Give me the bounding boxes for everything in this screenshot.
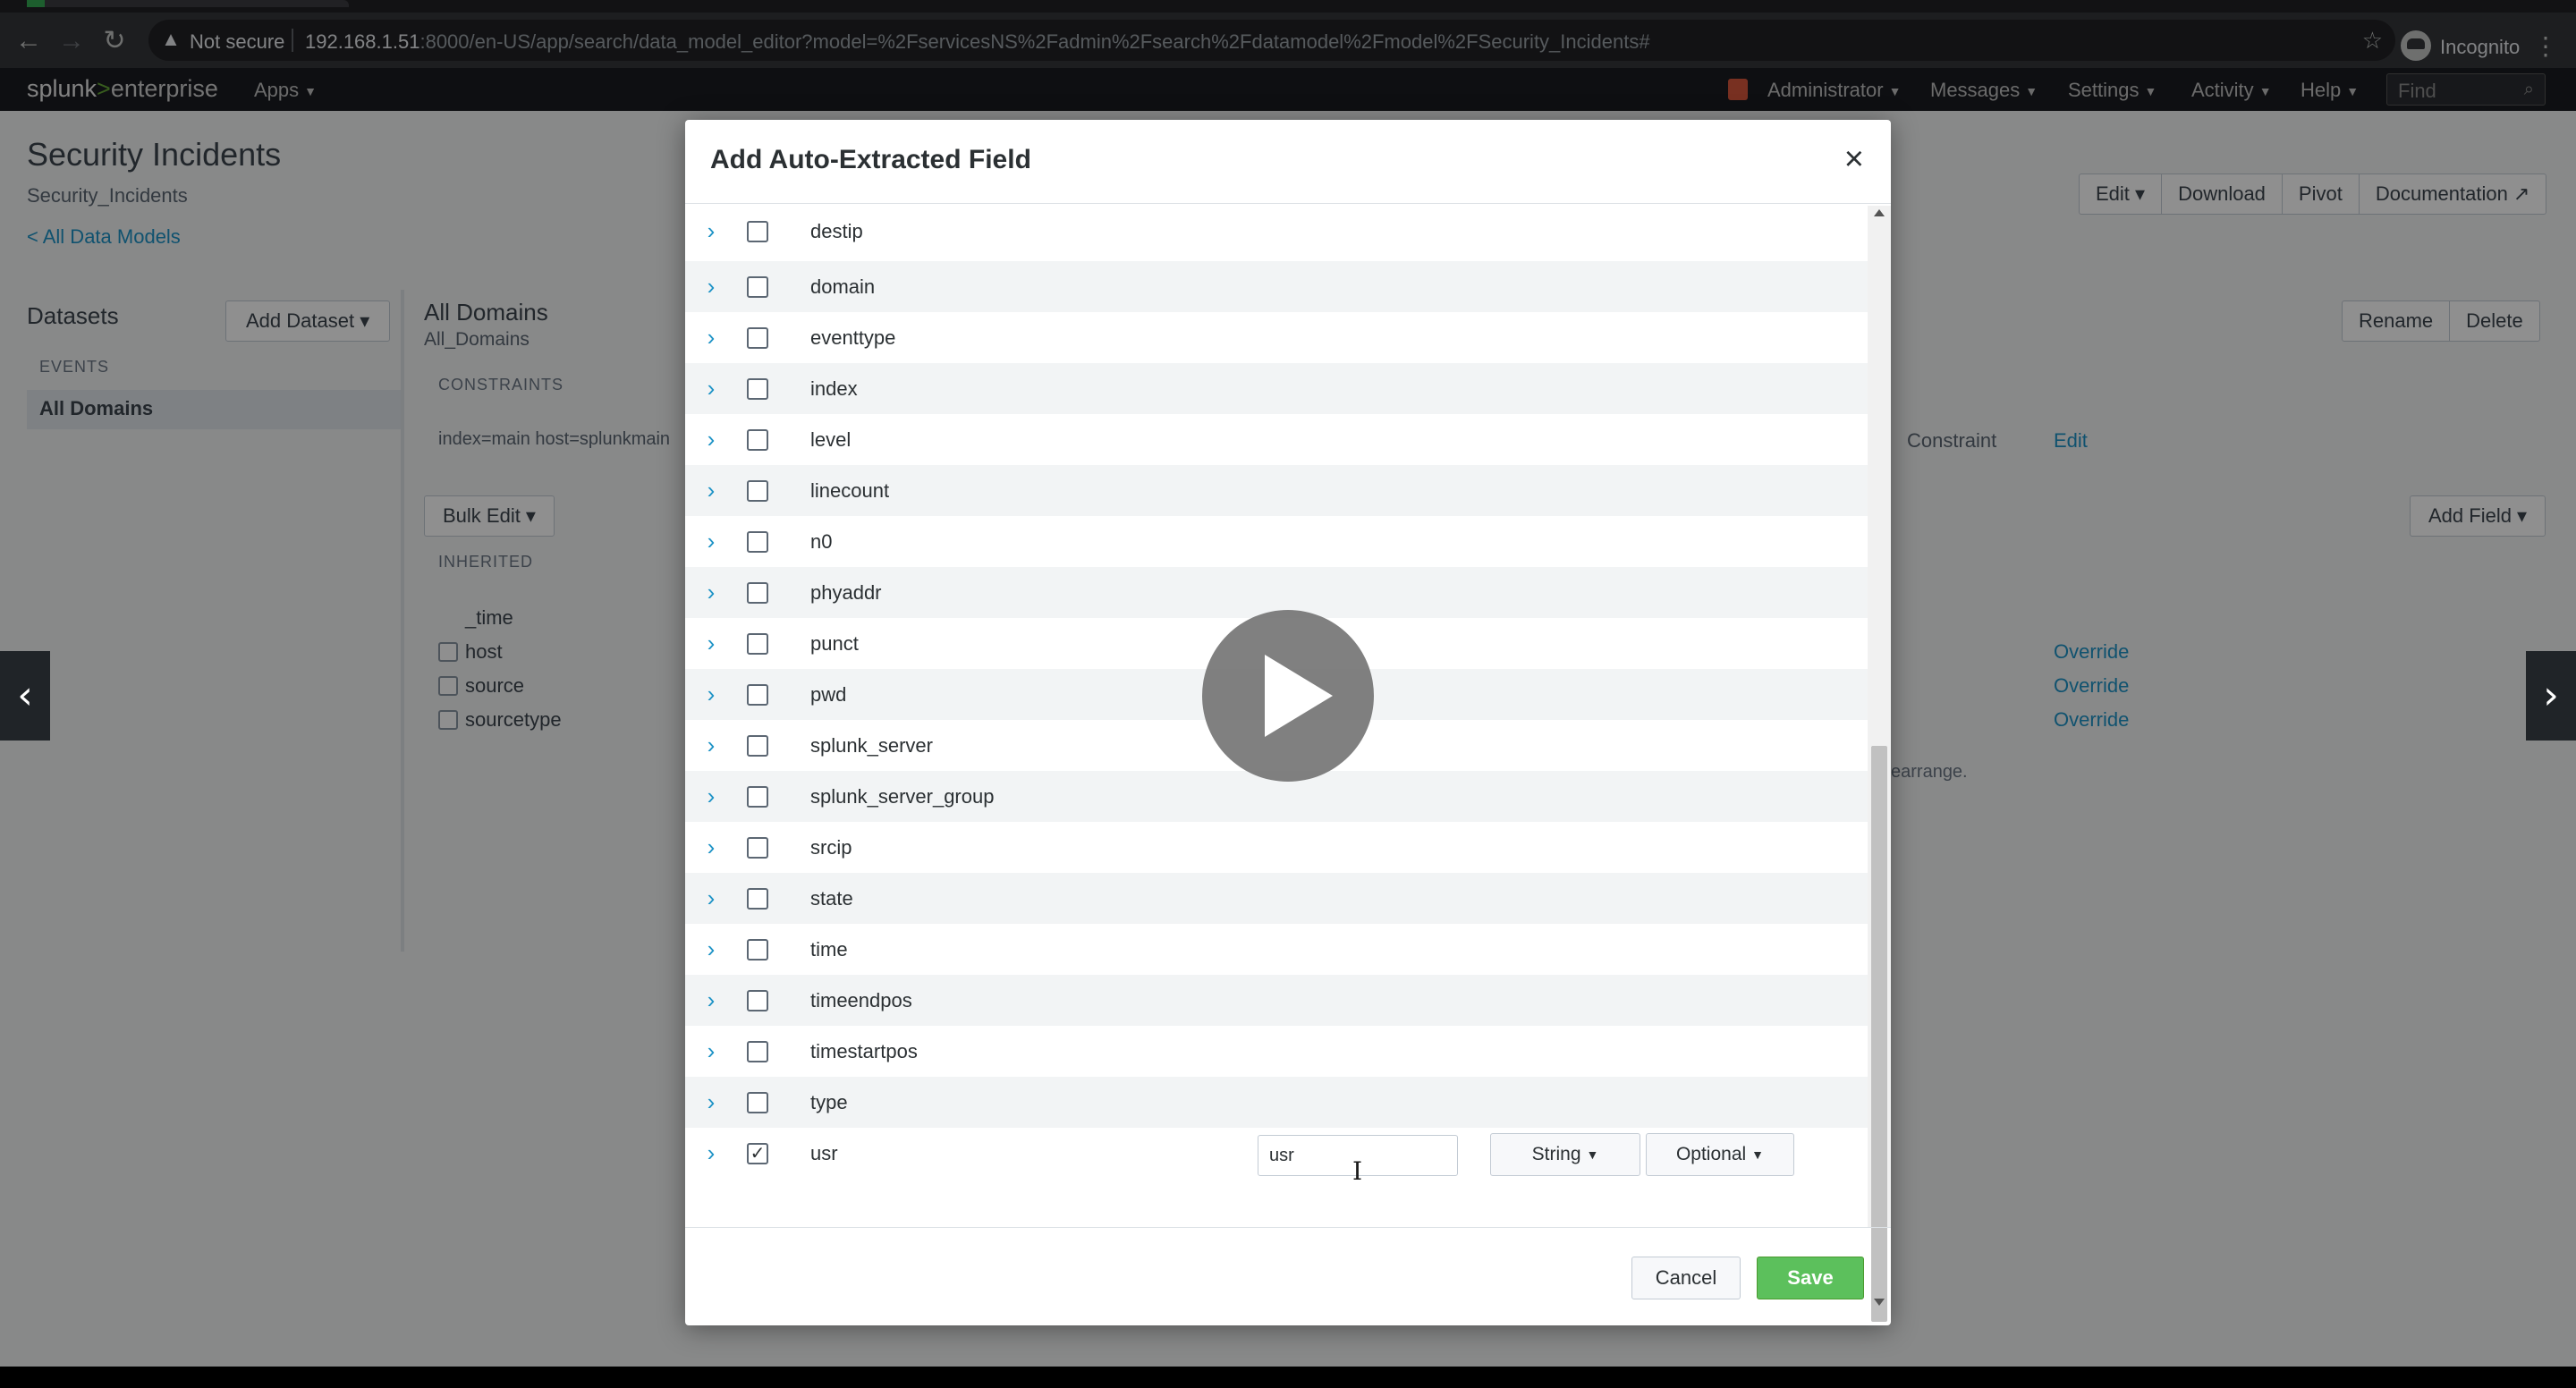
field-checkbox[interactable] bbox=[747, 327, 768, 349]
field-row-index: › index bbox=[685, 363, 1868, 414]
play-button[interactable] bbox=[1202, 610, 1374, 782]
field-row-n0: › n0 bbox=[685, 516, 1868, 567]
field-checkbox[interactable] bbox=[747, 531, 768, 553]
field-checkbox[interactable] bbox=[747, 429, 768, 451]
field-checkbox[interactable] bbox=[747, 939, 768, 961]
field-checkbox[interactable] bbox=[747, 276, 768, 298]
field-row-usr: › ✓ usr String▼ Optional▼ I bbox=[685, 1128, 1868, 1186]
chevron-right-icon[interactable]: › bbox=[698, 1086, 724, 1118]
scroll-up-arrow-icon[interactable] bbox=[1874, 209, 1885, 216]
flag-dropdown[interactable]: Optional ▼ bbox=[1646, 1133, 1794, 1176]
chevron-right-icon[interactable]: › bbox=[698, 474, 724, 506]
field-name: eventtype bbox=[810, 326, 896, 349]
chevron-right-icon[interactable]: › bbox=[698, 525, 724, 557]
dialog-footer: Cancel Save bbox=[685, 1227, 1891, 1325]
field-name: destip bbox=[810, 220, 863, 242]
field-checkbox[interactable] bbox=[747, 480, 768, 502]
field-name: splunk_server bbox=[810, 734, 933, 757]
play-icon bbox=[1265, 655, 1333, 737]
field-checkbox[interactable] bbox=[747, 633, 768, 655]
caret-down-icon: ▼ bbox=[1586, 1147, 1599, 1163]
chevron-right-icon[interactable]: › bbox=[698, 321, 724, 353]
field-name: index bbox=[810, 377, 858, 400]
watermark-logo-icon bbox=[2462, 1367, 2560, 1388]
type-dropdown-value: String bbox=[1531, 1144, 1581, 1164]
field-name: linecount bbox=[810, 479, 890, 502]
field-list-scrollbar[interactable] bbox=[1868, 206, 1891, 1322]
field-row-eventtype: › eventtype bbox=[685, 312, 1868, 363]
field-checkbox[interactable] bbox=[747, 837, 768, 859]
field-checkbox[interactable] bbox=[747, 990, 768, 1011]
field-row-linecount: › linecount bbox=[685, 465, 1868, 516]
previous-slide-button[interactable]: ‹ bbox=[0, 651, 50, 741]
field-row-type: › type bbox=[685, 1077, 1868, 1128]
caret-down-icon: ▼ bbox=[1751, 1147, 1765, 1163]
field-checkbox[interactable] bbox=[747, 221, 768, 242]
field-name: srcip bbox=[810, 836, 852, 859]
field-checkbox[interactable] bbox=[747, 888, 768, 910]
field-row-srcip: › srcip bbox=[685, 822, 1868, 873]
chevron-right-icon[interactable]: › bbox=[698, 780, 724, 812]
field-row-destip: › destip bbox=[685, 206, 1868, 257]
next-slide-button[interactable]: › bbox=[2526, 651, 2576, 741]
field-row-timestartpos: › timestartpos bbox=[685, 1026, 1868, 1077]
chevron-right-icon[interactable]: › bbox=[698, 423, 724, 455]
chevron-right-icon[interactable]: › bbox=[698, 882, 724, 914]
field-name: usr bbox=[810, 1142, 838, 1164]
field-name: pwd bbox=[810, 683, 847, 706]
field-row-time: › time bbox=[685, 924, 1868, 975]
field-name: punct bbox=[810, 632, 859, 655]
chevron-right-icon[interactable]: › bbox=[698, 933, 724, 965]
field-checkbox[interactable] bbox=[747, 786, 768, 808]
chevron-right-icon[interactable]: › bbox=[698, 831, 724, 863]
field-name: state bbox=[810, 887, 853, 910]
field-name: time bbox=[810, 938, 848, 961]
field-checkbox[interactable] bbox=[747, 1041, 768, 1062]
field-checkbox[interactable] bbox=[747, 378, 768, 400]
field-name: type bbox=[810, 1091, 848, 1113]
close-icon[interactable]: × bbox=[1844, 141, 1864, 177]
field-name: timeendpos bbox=[810, 989, 912, 1011]
chevron-right-icon[interactable]: › bbox=[698, 576, 724, 608]
chevron-right-icon[interactable]: › bbox=[698, 984, 724, 1016]
field-checkbox[interactable] bbox=[747, 735, 768, 757]
field-row-domain: › domain bbox=[685, 261, 1868, 312]
dialog-title: Add Auto-Extracted Field bbox=[710, 145, 1031, 174]
field-name: n0 bbox=[810, 530, 833, 553]
text-cursor-icon: I bbox=[1352, 1156, 1363, 1186]
flag-dropdown-value: Optional bbox=[1675, 1144, 1747, 1164]
chevron-right-icon[interactable]: › bbox=[698, 1137, 724, 1169]
save-button[interactable]: Save bbox=[1757, 1257, 1864, 1299]
chevron-right-icon[interactable]: › bbox=[698, 678, 724, 710]
field-name: phyaddr bbox=[810, 581, 882, 604]
chevron-right-icon[interactable]: › bbox=[698, 1035, 724, 1067]
field-row-level: › level bbox=[685, 414, 1868, 465]
field-name: level bbox=[810, 428, 852, 451]
type-dropdown[interactable]: String ▼ bbox=[1490, 1133, 1640, 1176]
chevron-right-icon[interactable]: › bbox=[698, 627, 724, 659]
player-bottom-bar bbox=[0, 1367, 2576, 1388]
field-row-state: › state bbox=[685, 873, 1868, 924]
chevron-right-icon[interactable]: › bbox=[698, 215, 724, 247]
field-checkbox[interactable] bbox=[747, 684, 768, 706]
field-name: splunk_server_group bbox=[810, 785, 995, 808]
field-name: timestartpos bbox=[810, 1040, 918, 1062]
field-checkbox-checked[interactable]: ✓ bbox=[747, 1143, 768, 1164]
dialog-header: Add Auto-Extracted Field × bbox=[685, 120, 1891, 204]
chevron-right-icon[interactable]: › bbox=[698, 372, 724, 404]
cancel-button[interactable]: Cancel bbox=[1631, 1257, 1741, 1299]
field-checkbox[interactable] bbox=[747, 582, 768, 604]
chevron-right-icon[interactable]: › bbox=[698, 270, 724, 302]
field-name: domain bbox=[810, 275, 876, 298]
field-checkbox[interactable] bbox=[747, 1092, 768, 1113]
field-row-timeendpos: › timeendpos bbox=[685, 975, 1868, 1026]
chevron-right-icon[interactable]: › bbox=[698, 729, 724, 761]
